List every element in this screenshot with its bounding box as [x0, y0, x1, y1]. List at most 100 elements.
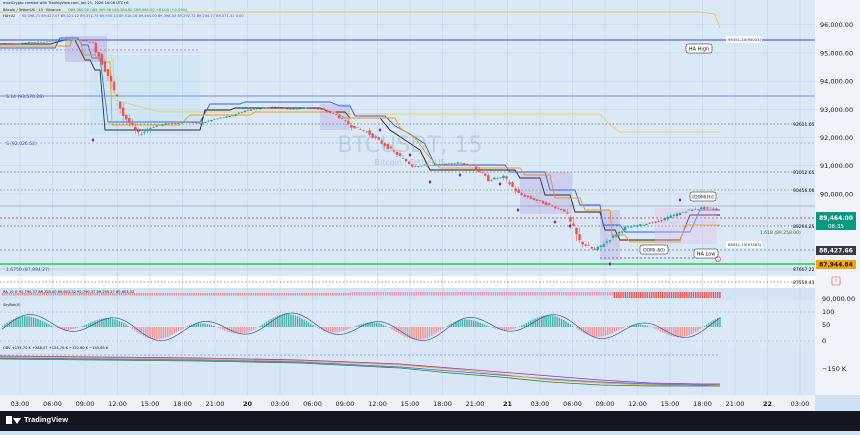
ra-bar: [420, 292, 421, 296]
osc-bar: [688, 327, 690, 335]
candle-body: [673, 215, 675, 216]
candle-body: [25, 43, 27, 44]
ra-bar: [363, 292, 364, 296]
pane3-legend[interactable]: SkyBot(0): [3, 303, 21, 307]
ra-bar: [156, 293, 157, 296]
osc-bar: [554, 316, 556, 327]
osc-bar: [253, 327, 255, 330]
osc-bar: [677, 327, 679, 337]
badge-3-text: 87,944.84: [819, 262, 853, 269]
symbol-line[interactable]: Bitcoin / TetherUS · 15 · Binance O89,38…: [3, 8, 187, 12]
osc-bar: [222, 327, 224, 330]
time-label: 18:00: [693, 400, 712, 408]
pane2-axis-tick: 90,000.00: [822, 295, 855, 303]
pane4-legend[interactable]: OBV +154.70 K +288.07 +154.70 K −122.60 …: [3, 346, 108, 350]
pane3-tick-100: 100: [822, 308, 834, 316]
ra-bar: [594, 292, 595, 296]
candle-body: [155, 126, 157, 127]
time-label: 09:00: [76, 400, 95, 408]
candle-body: [493, 178, 495, 180]
candle-body: [657, 221, 659, 222]
ra-bar: [482, 292, 483, 296]
lvl-87550-label: 87550.43: [793, 280, 815, 286]
osc-bar: [44, 322, 46, 327]
time-label: 12:00: [368, 400, 387, 408]
chart-canvas[interactable]: BTCUSDT, 15 Bitcoin / TetherUS HA High H…: [0, 0, 860, 431]
candle-body: [67, 40, 69, 41]
candle-body: [168, 123, 170, 124]
candle-body: [654, 222, 656, 223]
osc-bar: [198, 323, 200, 327]
candle-body: [244, 111, 246, 113]
candle-body: [700, 207, 702, 209]
osc-bar: [46, 323, 48, 327]
candle-body: [228, 116, 230, 117]
osc-bar: [240, 327, 242, 334]
osc-bar: [424, 327, 426, 339]
dom-l-label: DOM(-60): [640, 245, 668, 254]
osc-bar: [127, 326, 128, 327]
osc-bar: [152, 327, 154, 339]
ra-bar: [455, 292, 456, 296]
osc-bar: [209, 325, 211, 327]
candle-body: [256, 108, 258, 109]
price-tick: 96,000.00: [820, 21, 853, 29]
ra-bar: [264, 293, 265, 296]
ra-bar: [165, 293, 166, 296]
osc-bar: [565, 321, 567, 327]
ra-bar: [688, 292, 689, 298]
candle-body: [140, 134, 142, 135]
ra-bar: [622, 292, 623, 298]
osc-bar: [64, 327, 66, 330]
ra-bar: [671, 292, 672, 298]
ra-bar: [543, 292, 544, 296]
time-label: 21:00: [206, 400, 225, 408]
osc-bar: [653, 327, 655, 328]
chart-area[interactable]: BTCUSDT, 15 Bitcoin / TetherUS HA High H…: [0, 0, 860, 431]
time-label: 15:00: [661, 400, 680, 408]
candle-body: [341, 118, 343, 119]
osc-bar: [684, 327, 686, 337]
osc-bar: [655, 327, 657, 329]
candle-body: [676, 214, 678, 216]
osc-bar: [160, 327, 162, 339]
ra-bar: [607, 292, 608, 296]
candle-body: [134, 127, 136, 130]
pane2-legend[interactable]: RA 10 ⊙ 92,790.37 88,228.00 89,603.52 92…: [3, 290, 134, 294]
pane4-axis-tick: −150 K: [822, 365, 847, 373]
price-badge-3: 87,944.84: [816, 260, 856, 269]
ra-bar: [220, 293, 221, 296]
candle-body: [174, 123, 176, 124]
candle-body: [639, 224, 641, 226]
candle-body: [201, 122, 203, 124]
zone-3: [520, 172, 572, 214]
time-label: 21: [503, 400, 513, 408]
time-label: 15:00: [401, 400, 420, 408]
candle-body: [359, 129, 361, 130]
candle-body: [475, 166, 477, 169]
ra-bar: [574, 292, 575, 296]
osc-bar: [20, 317, 22, 327]
ra-bar: [627, 292, 628, 298]
indicator-line[interactable]: HA+AI 90,098.71 89,427.07 89,421.12 89,3…: [3, 14, 244, 18]
osc-bar: [583, 327, 585, 333]
osc-bar: [702, 327, 704, 328]
ra-bar: [636, 292, 637, 298]
ra-bar: [288, 293, 289, 296]
osc-bar: [295, 315, 297, 327]
candle-body: [3, 43, 5, 44]
candle-body: [624, 227, 626, 230]
ra-bar: [416, 292, 417, 296]
ra-bar: [545, 292, 546, 296]
candle-body: [496, 178, 498, 179]
candle-body: [137, 131, 139, 133]
osc-bar: [31, 317, 32, 327]
candle-body: [40, 42, 42, 43]
osc-bar: [719, 317, 721, 327]
tradingview-logo[interactable]: TradingView: [6, 415, 68, 424]
candle-body: [165, 123, 167, 124]
ha-low-label: HA Low: [694, 249, 718, 258]
candle-body: [597, 247, 599, 250]
candle-body: [98, 52, 100, 57]
ra-bar: [350, 293, 351, 296]
